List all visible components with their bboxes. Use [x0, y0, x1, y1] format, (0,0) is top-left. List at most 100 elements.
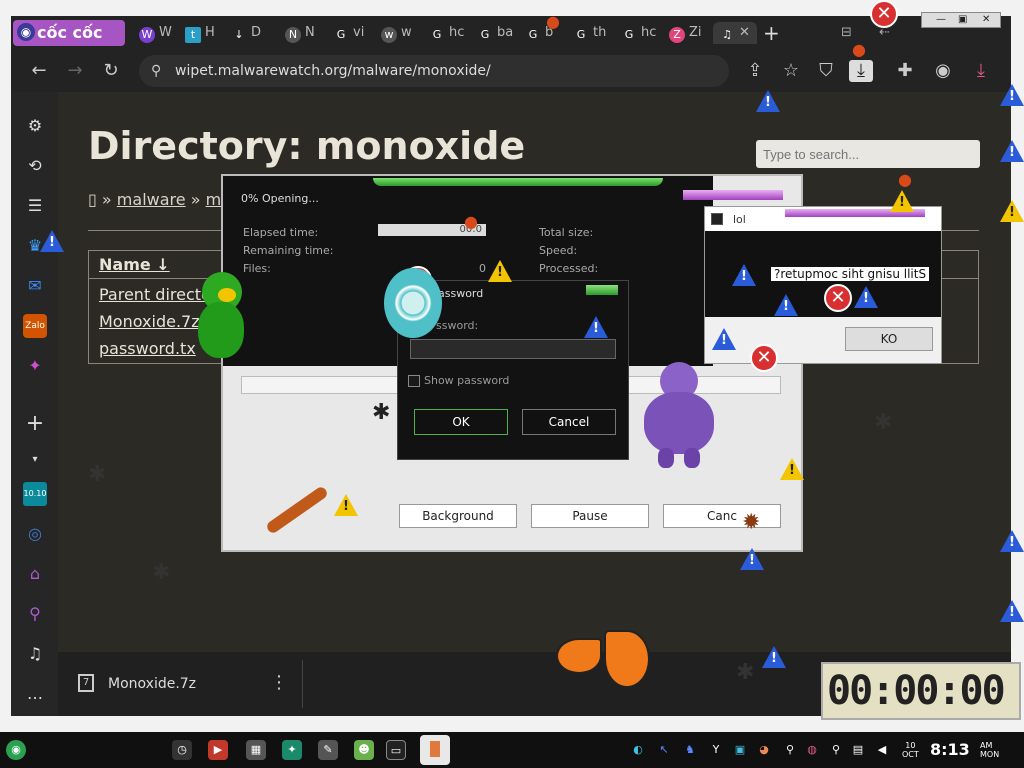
messenger-icon[interactable]: ✉	[23, 274, 47, 298]
password-input[interactable]	[410, 339, 616, 359]
globe-icon: w	[381, 27, 397, 43]
table-row[interactable]: Monoxide.7z	[99, 312, 200, 331]
tab-8[interactable]: Gba	[477, 22, 513, 44]
home-icon[interactable]: ▯	[88, 190, 97, 209]
tab-3[interactable]: ↓ D	[231, 22, 261, 44]
reload-button[interactable]: ↻	[99, 60, 123, 82]
paint-icon[interactable]: ✎	[318, 740, 338, 760]
terminal-icon[interactable]: ▭	[386, 740, 406, 760]
tab-label: D	[251, 25, 262, 40]
minimize-button[interactable]: —	[936, 13, 946, 27]
tray-icon[interactable]: ♞	[680, 740, 700, 760]
tray-icon[interactable]: ◐	[628, 740, 648, 760]
profile-icon[interactable]: ◉	[931, 60, 955, 82]
notification-bell-icon[interactable]: ♫	[23, 642, 47, 666]
volume-icon[interactable]: ◀	[872, 740, 892, 760]
tab-11[interactable]: Ghc	[621, 22, 657, 44]
start-button[interactable]: ◉	[6, 740, 26, 760]
tray-icon[interactable]: ◍	[802, 740, 822, 760]
warning-icon	[756, 90, 780, 112]
reading-list-icon[interactable]: ☰	[23, 194, 47, 218]
site-info-icon[interactable]: ⚲	[151, 55, 161, 87]
add-sidebar-item-icon[interactable]: +	[23, 412, 47, 436]
download-icon[interactable]: ⤓	[849, 60, 873, 82]
tab-2[interactable]: tH	[185, 22, 215, 44]
warning-icon	[740, 548, 764, 570]
maximize-button[interactable]: ▣	[958, 13, 967, 27]
tab-search-icon[interactable]: ⊟	[841, 22, 852, 44]
tab-7[interactable]: Ghc	[429, 22, 465, 44]
shopee-1010-icon[interactable]: 10.10	[23, 482, 47, 506]
bookmark-star-icon[interactable]: ☆	[779, 60, 803, 82]
search-input[interactable]	[756, 140, 980, 168]
taskbar-active-app[interactable]	[420, 735, 450, 765]
coccoc-menu-button[interactable]: ◉ cốc cốc	[13, 20, 125, 46]
tab-favicon-icon: t	[185, 27, 201, 43]
tab-12[interactable]: Z Zi	[669, 22, 702, 44]
back-button[interactable]: ←	[27, 60, 51, 82]
taskbar-app-icon[interactable]: ✦	[282, 740, 302, 760]
tab-1[interactable]: WW	[139, 22, 172, 44]
ok-button[interactable]: OK	[414, 409, 508, 435]
cancel-button[interactable]: Cancel	[522, 409, 616, 435]
search-icon[interactable]: ⚲	[826, 740, 846, 760]
show-password-checkbox[interactable]	[408, 375, 420, 387]
tab-favicon-icon: N	[285, 27, 301, 43]
tray-icon[interactable]: ⚲	[780, 740, 800, 760]
settings-gear-icon[interactable]: ⚙	[23, 114, 47, 138]
warning-icon	[780, 458, 804, 480]
table-row[interactable]: password.tx	[99, 339, 196, 358]
total-size-label: Total size:	[539, 226, 594, 239]
shield-icon[interactable]: ⛉	[814, 60, 838, 82]
more-options-icon[interactable]: …	[23, 682, 47, 706]
tray-icon[interactable]: ▣	[730, 740, 750, 760]
tray-icon[interactable]: Y	[706, 740, 726, 760]
new-tab-button[interactable]: +	[763, 22, 780, 44]
pause-button[interactable]: Pause	[531, 504, 649, 528]
tab-5[interactable]: Gvi	[333, 22, 365, 44]
forward-button[interactable]: →	[63, 60, 87, 82]
google-icon: G	[336, 28, 346, 41]
taskbar-app-icon[interactable]: ☻	[354, 740, 374, 760]
tray-icon[interactable]: ↖	[654, 740, 674, 760]
tab-4[interactable]: NN	[285, 22, 315, 44]
network-icon[interactable]: ▤	[848, 740, 868, 760]
taskbar-date[interactable]: 10 OCT	[902, 741, 919, 759]
extensions-icon[interactable]: ✚	[893, 60, 917, 82]
search-pink-icon[interactable]: ⚲	[23, 602, 47, 626]
error-icon: ✕	[824, 284, 852, 312]
calculator-icon[interactable]: ▦	[246, 740, 266, 760]
ko-button[interactable]: KO	[845, 327, 933, 351]
ampm-label: AM	[980, 741, 993, 750]
address-bar[interactable]: ⚲ wipet.malwarewatch.org/malware/monoxid…	[139, 55, 729, 87]
share-icon[interactable]: ⇪	[743, 60, 767, 82]
password-label: ssword:	[436, 319, 479, 332]
tab-label: hc	[641, 25, 657, 40]
downloads-tray-icon[interactable]: ⤓	[969, 60, 993, 82]
chevron-down-icon[interactable]: ▾	[23, 448, 47, 472]
ladybug-icon: ●	[852, 40, 866, 59]
zalo-icon[interactable]: Zalo	[23, 314, 47, 338]
tray-icon[interactable]: ◕	[754, 740, 774, 760]
tab-active[interactable]: ♫ ✕	[713, 22, 757, 44]
tab-label: vi	[353, 25, 365, 40]
download-menu-icon[interactable]: ⋮	[270, 672, 288, 693]
tab-close-icon[interactable]: ✕	[739, 25, 750, 40]
sidebar: ⚙ ⟲ ☰ ♛ ✉ Zalo ✦ + ▾ 10.10 ◎ ⌂ ⚲ ♫ …	[11, 92, 58, 716]
google-icon: G	[576, 28, 586, 41]
history-icon[interactable]: ⟲	[23, 154, 47, 178]
close-button[interactable]: ✕	[982, 13, 990, 27]
gamepad-icon[interactable]: ✦	[23, 354, 47, 378]
name-column-header[interactable]: Name ↓	[99, 255, 170, 274]
breadcrumb-malware-link[interactable]: malware	[117, 190, 186, 209]
taskbar-app-icon[interactable]: ▶	[208, 740, 228, 760]
cancel-button[interactable]: Canc	[663, 504, 781, 528]
tab-10[interactable]: Gth	[573, 22, 607, 44]
edge-icon[interactable]: ◎	[23, 522, 47, 546]
gift-icon[interactable]: ⌂	[23, 562, 47, 586]
download-filename[interactable]: Monoxide.7z	[108, 676, 196, 692]
taskbar-app-icon[interactable]: ◷	[172, 740, 192, 760]
taskbar-clock[interactable]: 8:13	[930, 740, 970, 759]
tab-6[interactable]: ww	[381, 22, 412, 44]
background-button[interactable]: Background	[399, 504, 517, 528]
